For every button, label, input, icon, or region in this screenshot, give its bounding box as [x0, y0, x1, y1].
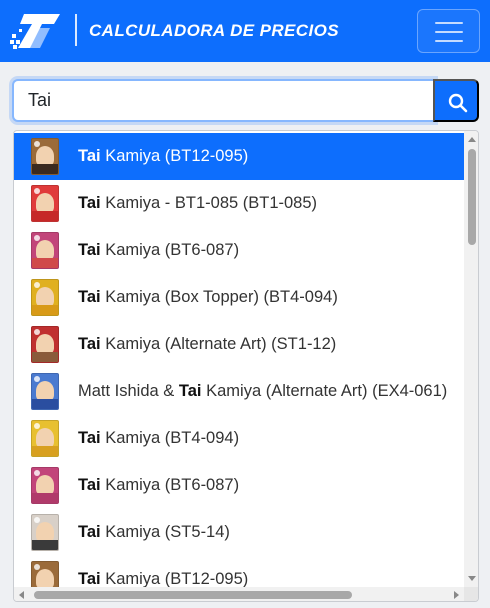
card-art	[36, 475, 54, 495]
card-art	[36, 428, 54, 448]
result-item[interactable]: Tai Kamiya (BT4-094)	[14, 415, 464, 462]
card-thumbnail	[31, 232, 59, 269]
result-label-match: Tai	[78, 476, 101, 494]
result-label-suffix: Kamiya (BT4-094)	[100, 429, 240, 447]
card-thumbnail	[31, 185, 59, 222]
card-art	[36, 569, 54, 589]
card-thumbnail	[31, 467, 59, 504]
result-label: Tai Kamiya (BT12-095)	[78, 147, 248, 166]
result-label: Tai Kamiya (BT6-087)	[78, 476, 239, 495]
result-label: Tai Kamiya - BT1-085 (BT1-085)	[78, 194, 317, 213]
search-icon	[448, 93, 468, 113]
autocomplete-dropdown: Tai Kamiya (BT12-095) Tai Kamiya - BT1-08…	[13, 130, 479, 602]
card-thumbnail	[31, 373, 59, 410]
card-text-band	[32, 305, 58, 315]
result-label-suffix: Kamiya - BT1-085 (BT1-085)	[100, 194, 318, 212]
result-item[interactable]: Tai Kamiya (BT6-087)	[14, 462, 464, 509]
result-label-suffix: Kamiya (Alternate Art) (ST1-12)	[100, 335, 337, 353]
card-thumbnail	[31, 420, 59, 457]
scroll-up-arrow-icon[interactable]	[468, 137, 476, 142]
card-level-badge	[34, 235, 40, 241]
result-item[interactable]: Tai Kamiya (Box Topper) (BT4-094)	[14, 274, 464, 321]
card-text-band	[32, 164, 58, 174]
hamburger-menu-button[interactable]	[417, 9, 480, 53]
result-item[interactable]: Tai Kamiya (Alternate Art) (ST1-12)	[14, 321, 464, 368]
result-label: Tai Kamiya (Alternate Art) (ST1-12)	[78, 335, 336, 354]
horizontal-scrollbar[interactable]	[14, 587, 464, 601]
scroll-left-arrow-icon[interactable]	[19, 591, 24, 599]
vertical-scroll-thumb[interactable]	[468, 149, 476, 245]
result-label-match: Tai	[78, 570, 101, 588]
card-text-band	[32, 446, 58, 456]
app-title: CALCULADORA DE PRECIOS	[89, 21, 339, 40]
result-item[interactable]: Matt Ishida & Tai Kamiya (Alternate Art)…	[14, 368, 464, 415]
result-label: Tai Kamiya (ST5-14)	[78, 523, 230, 542]
result-label-match: Tai	[78, 241, 101, 259]
card-art	[36, 193, 54, 213]
card-level-badge	[34, 282, 40, 288]
result-item[interactable]: Tai Kamiya (BT12-095)	[14, 133, 464, 180]
result-label-match: Tai	[78, 194, 101, 212]
card-text-band	[32, 211, 58, 221]
card-art	[36, 334, 54, 354]
navbar: CALCULADORA DE PRECIOS	[0, 0, 490, 62]
card-text-band	[32, 258, 58, 268]
search-button[interactable]	[433, 79, 479, 122]
search-input[interactable]	[12, 79, 435, 122]
hamburger-line	[435, 31, 463, 33]
result-label-match: Tai	[78, 147, 101, 165]
card-text-band	[32, 493, 58, 503]
card-level-badge	[34, 141, 40, 147]
card-art	[36, 240, 54, 260]
card-art	[36, 381, 54, 401]
card-text-band	[32, 540, 58, 550]
card-level-badge	[34, 423, 40, 429]
card-level-badge	[34, 376, 40, 382]
result-label-suffix: Kamiya (BT12-095)	[100, 570, 249, 588]
card-level-badge	[34, 329, 40, 335]
card-art	[36, 287, 54, 307]
card-thumbnail	[31, 279, 59, 316]
result-label-match: Tai	[78, 523, 101, 541]
result-label-match: Tai	[78, 335, 101, 353]
card-thumbnail	[31, 514, 59, 551]
result-item[interactable]: Tai Kamiya - BT1-085 (BT1-085)	[14, 180, 464, 227]
hamburger-line	[435, 40, 463, 42]
card-art	[36, 522, 54, 542]
card-art	[36, 146, 54, 166]
logo-divider	[75, 14, 77, 46]
result-label: Matt Ishida & Tai Kamiya (Alternate Art)…	[78, 382, 447, 401]
result-label-suffix: Kamiya (ST5-14)	[100, 523, 230, 541]
card-thumbnail	[31, 138, 59, 175]
card-level-badge	[34, 188, 40, 194]
card-level-badge	[34, 564, 40, 570]
result-item[interactable]: Tai Kamiya (ST5-14)	[14, 509, 464, 556]
result-label-suffix: Kamiya (BT6-087)	[100, 476, 240, 494]
card-thumbnail	[31, 326, 59, 363]
result-label-match: Tai	[78, 288, 101, 306]
card-text-band	[32, 352, 58, 362]
scrollbar-corner	[464, 587, 478, 601]
result-label-suffix: Kamiya (Alternate Art) (EX4-061)	[201, 382, 448, 400]
hamburger-menu-icon	[435, 22, 463, 24]
result-label-suffix: Kamiya (BT12-095)	[100, 147, 249, 165]
result-label: Tai Kamiya (BT4-094)	[78, 429, 239, 448]
result-label-match: Tai	[178, 382, 202, 400]
result-item[interactable]: Tai Kamiya (BT6-087)	[14, 227, 464, 274]
card-level-badge	[34, 517, 40, 523]
vertical-scrollbar[interactable]	[464, 131, 478, 587]
result-label-suffix: Kamiya (Box Topper) (BT4-094)	[100, 288, 338, 306]
result-label: Tai Kamiya (Box Topper) (BT4-094)	[78, 288, 338, 307]
scroll-down-arrow-icon[interactable]	[468, 576, 476, 581]
result-label-prefix: Matt Ishida &	[78, 382, 179, 400]
result-label-match: Tai	[78, 429, 101, 447]
scroll-right-arrow-icon[interactable]	[454, 591, 459, 599]
horizontal-scroll-thumb[interactable]	[34, 591, 352, 599]
result-label-suffix: Kamiya (BT6-087)	[100, 241, 240, 259]
brand-logo-icon[interactable]	[10, 12, 62, 50]
card-level-badge	[34, 470, 40, 476]
result-label: Tai Kamiya (BT6-087)	[78, 241, 239, 260]
card-text-band	[32, 399, 58, 409]
